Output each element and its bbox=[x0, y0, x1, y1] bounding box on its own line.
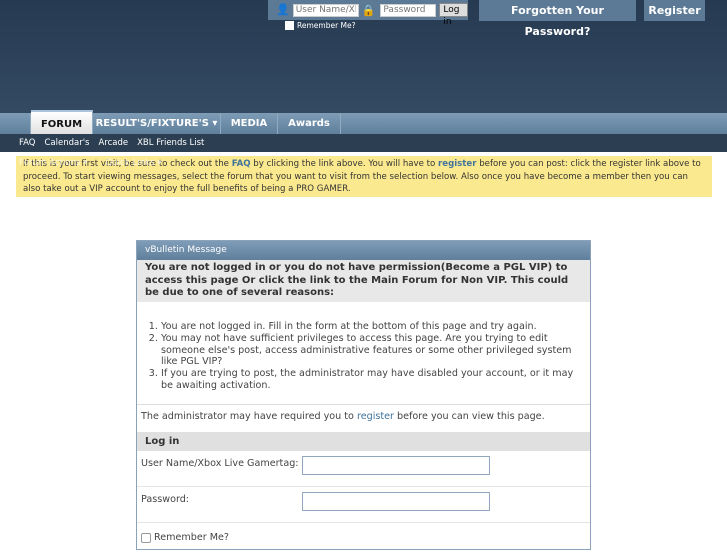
forum-actions-menu: Forum Actions ▾ Quick Links ▾ bbox=[19, 158, 162, 168]
reasons-list: You are not logged in. Fill in the form … bbox=[137, 302, 590, 404]
quick-login: 👤 🔒 Log in bbox=[268, 0, 468, 27]
password-field[interactable] bbox=[302, 492, 490, 511]
faq-link[interactable]: FAQ bbox=[232, 159, 251, 169]
user-icon: 👤 bbox=[276, 3, 290, 16]
forum-actions[interactable]: Forum Actions ▾ bbox=[19, 158, 87, 168]
message-header: vBulletin Message bbox=[137, 241, 590, 260]
register-button[interactable]: Register bbox=[644, 0, 705, 21]
tab-awards[interactable]: Awards bbox=[278, 113, 341, 134]
subnav-faq[interactable]: FAQ bbox=[19, 138, 35, 148]
username-label: User Name/Xbox Live Gamertag: bbox=[141, 458, 299, 469]
subnav-xbl-friends[interactable]: XBL Friends List bbox=[137, 138, 204, 148]
tab-results-fixtures[interactable]: RESULT'S/FIXTURE'S ▾ bbox=[93, 113, 221, 134]
register-link[interactable]: register bbox=[357, 411, 394, 422]
subnav-calendars[interactable]: Calendar's bbox=[44, 138, 89, 148]
lock-icon: 🔒 bbox=[361, 3, 376, 17]
remember-checkbox[interactable] bbox=[141, 532, 151, 543]
register-link[interactable]: register bbox=[438, 159, 476, 169]
username-input[interactable] bbox=[292, 3, 359, 17]
login-button[interactable]: Log in bbox=[439, 3, 468, 27]
login-heading: Log in bbox=[137, 432, 590, 451]
reason-item: You are not logged in. Fill in the form … bbox=[161, 321, 582, 333]
quick-links[interactable]: Quick Links ▾ bbox=[105, 158, 161, 168]
tab-forum[interactable]: FORUM bbox=[31, 110, 93, 134]
remember-me[interactable]: Remember Me? bbox=[285, 21, 356, 30]
username-field[interactable] bbox=[302, 456, 490, 475]
sub-navigation: FAQ Calendar's Arcade XBL Friends List bbox=[0, 134, 727, 152]
vbulletin-message: vBulletin Message You are not logged in … bbox=[136, 240, 591, 550]
remember-me-option[interactable]: Remember Me? bbox=[137, 523, 590, 552]
admin-note: The administrator may have required you … bbox=[137, 404, 590, 432]
message-title: You are not logged in or you do not have… bbox=[137, 260, 590, 302]
tab-spacer bbox=[15, 113, 31, 134]
remember-checkbox[interactable] bbox=[285, 21, 294, 30]
reason-item: If you are trying to post, the administr… bbox=[161, 368, 582, 392]
forgot-password-button[interactable]: Forgotten Your Password? bbox=[479, 0, 636, 38]
tab-media[interactable]: MEDIA bbox=[221, 113, 278, 134]
remember-label: Remember Me? bbox=[297, 21, 356, 30]
reason-item: You may not have sufficient privileges t… bbox=[161, 333, 582, 368]
subnav-arcade[interactable]: Arcade bbox=[98, 138, 128, 148]
password-input[interactable] bbox=[380, 3, 437, 17]
remember-label: Remember Me? bbox=[154, 532, 229, 543]
password-label: Password: bbox=[141, 494, 190, 505]
